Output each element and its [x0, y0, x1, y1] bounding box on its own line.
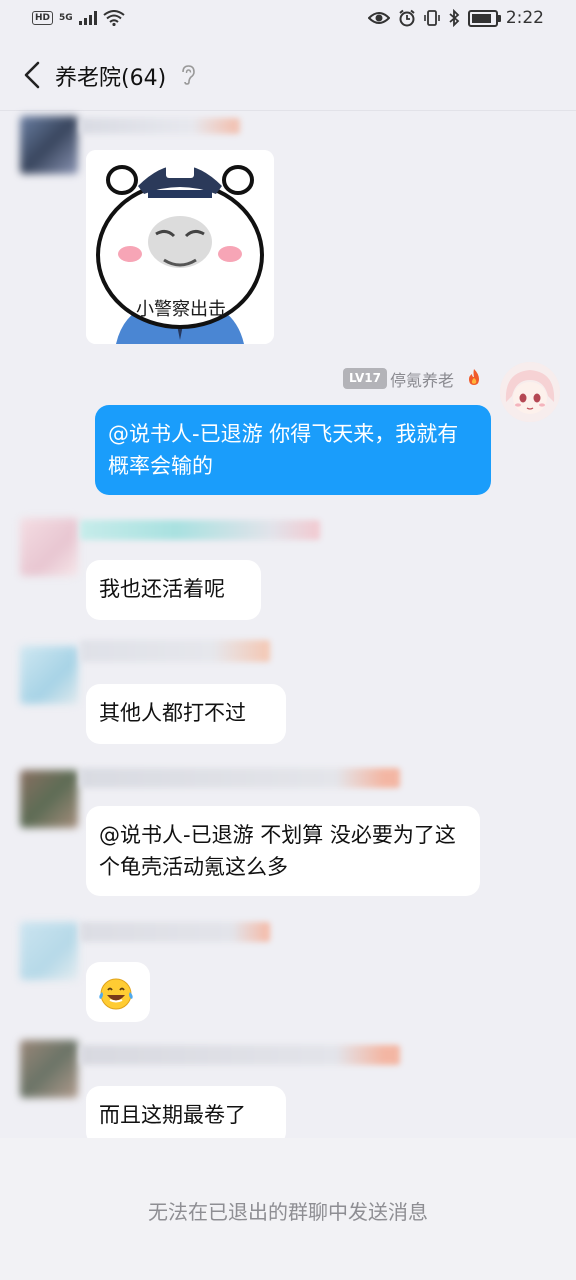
sender-avatar[interactable]	[20, 770, 78, 828]
message-bubble[interactable]: 其他人都打不过	[86, 684, 286, 744]
sender-name-blurred	[80, 520, 320, 540]
chat-header: 养老院(64)	[0, 40, 576, 111]
status-left: HD 5G	[32, 10, 125, 26]
sender-name-blurred	[80, 922, 270, 942]
flame-icon	[469, 369, 479, 385]
self-avatar[interactable]	[500, 362, 560, 422]
back-chevron-icon[interactable]	[18, 58, 48, 92]
sender-avatar[interactable]	[20, 116, 78, 174]
sender-name-blurred	[80, 768, 400, 788]
clock-time: 2:22	[505, 8, 544, 28]
sender-name-blurred	[80, 118, 240, 134]
message-bubble[interactable]: @说书人-已退游 不划算 没必要为了这个龟壳活动氪这么多	[86, 806, 480, 896]
sender-name-blurred	[80, 640, 270, 662]
sender-name-blurred	[80, 1045, 400, 1065]
signal-icon	[78, 11, 97, 25]
alarm-icon	[399, 9, 415, 27]
sender-avatar[interactable]	[20, 518, 78, 576]
message-bubble[interactable]: 而且这期最卷了	[86, 1086, 286, 1146]
anime-girl-avatar-image	[500, 362, 560, 422]
eye-icon	[367, 12, 390, 24]
police-bear-sticker[interactable]: 小警察出击	[86, 150, 274, 344]
sender-avatar[interactable]	[20, 1040, 78, 1098]
wifi-icon	[103, 10, 125, 26]
left-group-notice: 无法在已退出的群聊中发送消息	[148, 1200, 428, 1224]
sticker-caption: 小警察出击	[136, 299, 226, 320]
level-badge: LV17	[343, 368, 387, 389]
input-disabled-footer: 无法在已退出的群聊中发送消息	[0, 1138, 576, 1280]
emoji-bubble[interactable]	[86, 962, 150, 1022]
status-bar: HD 5G 2:22	[0, 0, 576, 40]
self-nickname: 停氪养老	[390, 371, 455, 390]
self-message-bubble[interactable]: @说书人-已退游 你得飞天来，我就有概率会输的	[95, 405, 491, 495]
laughing-tears-emoji-icon	[99, 978, 133, 1010]
network-type: 5G	[59, 13, 73, 23]
hd-icon: HD	[32, 11, 54, 25]
vibrate-icon	[424, 10, 440, 26]
sender-avatar[interactable]	[20, 646, 78, 704]
status-right: 2:22	[367, 8, 544, 28]
ear-icon[interactable]	[180, 64, 196, 86]
bluetooth-icon	[449, 9, 460, 27]
message-bubble[interactable]: 我也还活着呢	[86, 560, 261, 620]
group-title[interactable]: 养老院(64)	[55, 60, 166, 92]
battery-icon	[467, 9, 501, 27]
sender-avatar[interactable]	[20, 922, 78, 980]
